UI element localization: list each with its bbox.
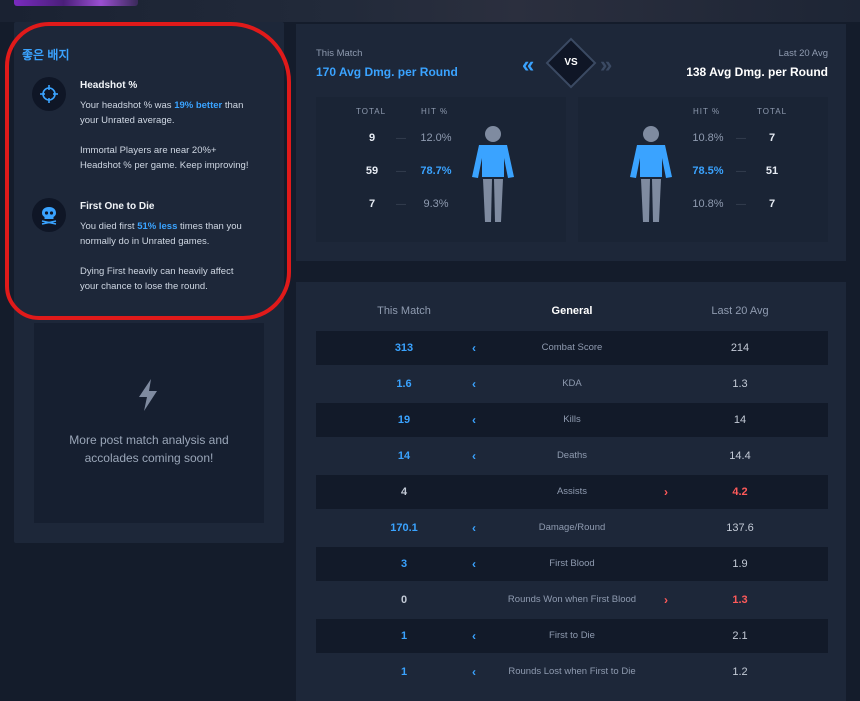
chevron-right-double-icon[interactable]: » bbox=[600, 52, 613, 78]
last20-value: 1.2 bbox=[732, 666, 748, 678]
skull-icon bbox=[32, 198, 66, 232]
table-row: 3 ‹ First Blood 1.9 bbox=[316, 547, 828, 581]
col-total-left: TOTAL bbox=[356, 107, 387, 116]
badges-title: 좋은 배지 bbox=[22, 48, 70, 62]
chevron-left-icon: ‹ bbox=[472, 413, 476, 427]
last20-value: 1.3 bbox=[732, 594, 748, 606]
last20-value: 1.3 bbox=[732, 378, 748, 390]
stat-name: First to Die bbox=[549, 630, 595, 641]
last20-value: 1.9 bbox=[732, 558, 748, 570]
this-match-value: 3 bbox=[400, 558, 408, 570]
left-head-total: 9 bbox=[368, 132, 376, 144]
badge-desc-headshot: Your headshot % was 19% better than your… bbox=[80, 100, 249, 171]
col-hit-right: HIT % bbox=[693, 107, 721, 116]
body-figure-icon bbox=[470, 125, 516, 228]
general-head-title: General bbox=[551, 305, 593, 317]
right-body-total: 51 bbox=[765, 165, 779, 177]
this-match-label: This Match bbox=[316, 48, 363, 59]
row-dash: — bbox=[736, 166, 746, 177]
badge-title-headshot: Headshot % bbox=[80, 80, 138, 91]
last20-value: 137.6 bbox=[726, 522, 754, 534]
chevron-left-icon: ‹ bbox=[472, 557, 476, 571]
stat-name: Deaths bbox=[556, 450, 588, 461]
chevron-left-icon: ‹ bbox=[472, 341, 476, 355]
this-match-value: 1.6 bbox=[396, 378, 412, 390]
right-legs-hit: 10.8% bbox=[692, 198, 724, 210]
this-match-value: 19 bbox=[397, 414, 411, 426]
this-match-value: 1 bbox=[400, 666, 408, 678]
this-match-value: 0 bbox=[400, 594, 408, 606]
table-row: 313 ‹ Combat Score 214 bbox=[316, 331, 828, 365]
general-head-this-match: This Match bbox=[377, 305, 431, 317]
last20-avg-dmg: 138 Avg Dmg. per Round bbox=[686, 65, 828, 79]
row-dash: — bbox=[396, 199, 406, 210]
left-body-hit: 78.7% bbox=[420, 165, 452, 177]
coming-soon-box bbox=[34, 323, 264, 523]
chevron-left-icon: ‹ bbox=[472, 377, 476, 391]
last20-value: 4.2 bbox=[732, 486, 748, 498]
badge-desc-first-to-die: You died first 51% less times than you n… bbox=[80, 221, 242, 292]
chevron-left-icon: ‹ bbox=[472, 521, 476, 535]
stat-name: First Blood bbox=[549, 558, 595, 569]
stat-name: Rounds Lost when First to Die bbox=[508, 666, 636, 677]
right-body-hit: 78.5% bbox=[692, 165, 724, 177]
this-match-value: 14 bbox=[397, 450, 411, 462]
this-match-value: 313 bbox=[394, 342, 414, 354]
left-legs-hit: 9.3% bbox=[423, 198, 449, 210]
stat-name: Combat Score bbox=[541, 342, 603, 353]
this-match-value: 4 bbox=[400, 486, 408, 498]
table-row: 1 ‹ First to Die 2.1 bbox=[316, 619, 828, 653]
left-legs-total: 7 bbox=[368, 198, 376, 210]
chevron-left-icon: ‹ bbox=[472, 449, 476, 463]
table-row: 170.1 ‹ Damage/Round 137.6 bbox=[316, 511, 828, 545]
stat-name: KDA bbox=[562, 378, 582, 389]
row-dash: — bbox=[736, 133, 746, 144]
this-match-value: 170.1 bbox=[390, 522, 418, 534]
stat-name: Damage/Round bbox=[538, 522, 606, 533]
last20-value: 2.1 bbox=[732, 630, 748, 642]
left-body-total: 59 bbox=[365, 165, 379, 177]
row-dash: — bbox=[396, 166, 406, 177]
general-head-last20: Last 20 Avg bbox=[711, 305, 769, 317]
right-head-total: 7 bbox=[768, 132, 776, 144]
table-row: 0 › Rounds Won when First Blood 1.3 bbox=[316, 583, 828, 617]
stat-name: Rounds Won when First Blood bbox=[507, 594, 637, 605]
stat-name: Assists bbox=[556, 486, 588, 497]
table-row: 1.6 ‹ KDA 1.3 bbox=[316, 367, 828, 401]
col-hit-left: HIT % bbox=[421, 107, 449, 116]
body-figure-icon bbox=[628, 125, 674, 228]
coming-soon-text: More post match analysis and accolades c… bbox=[69, 433, 229, 465]
table-row: 4 › Assists 4.2 bbox=[316, 475, 828, 509]
chevron-left-icon: ‹ bbox=[472, 629, 476, 643]
this-match-avg-dmg: 170 Avg Dmg. per Round bbox=[316, 65, 458, 79]
right-head-hit: 10.8% bbox=[692, 132, 724, 144]
chevron-left-icon: ‹ bbox=[472, 665, 476, 679]
last20-value: 14.4 bbox=[729, 450, 751, 462]
stat-name: Kills bbox=[563, 414, 581, 425]
crosshair-icon bbox=[32, 77, 66, 111]
last20-label: Last 20 Avg bbox=[778, 48, 828, 59]
row-dash: — bbox=[736, 199, 746, 210]
chevron-left-double-icon[interactable]: « bbox=[522, 52, 535, 78]
table-row: 1 ‹ Rounds Lost when First to Die 1.2 bbox=[316, 655, 828, 689]
agent-portrait-strip bbox=[14, 0, 138, 6]
vs-label: VS bbox=[564, 57, 578, 68]
last20-value: 14 bbox=[733, 414, 747, 426]
row-dash: — bbox=[396, 133, 406, 144]
col-total-right: TOTAL bbox=[757, 107, 788, 116]
this-match-value: 1 bbox=[400, 630, 408, 642]
last20-value: 214 bbox=[730, 342, 750, 354]
right-legs-total: 7 bbox=[768, 198, 776, 210]
badge-title-first-to-die: First One to Die bbox=[80, 201, 155, 212]
table-row: 19 ‹ Kills 14 bbox=[316, 403, 828, 437]
table-row: 14 ‹ Deaths 14.4 bbox=[316, 439, 828, 473]
lightning-icon bbox=[136, 379, 160, 416]
left-head-hit: 12.0% bbox=[420, 132, 452, 144]
